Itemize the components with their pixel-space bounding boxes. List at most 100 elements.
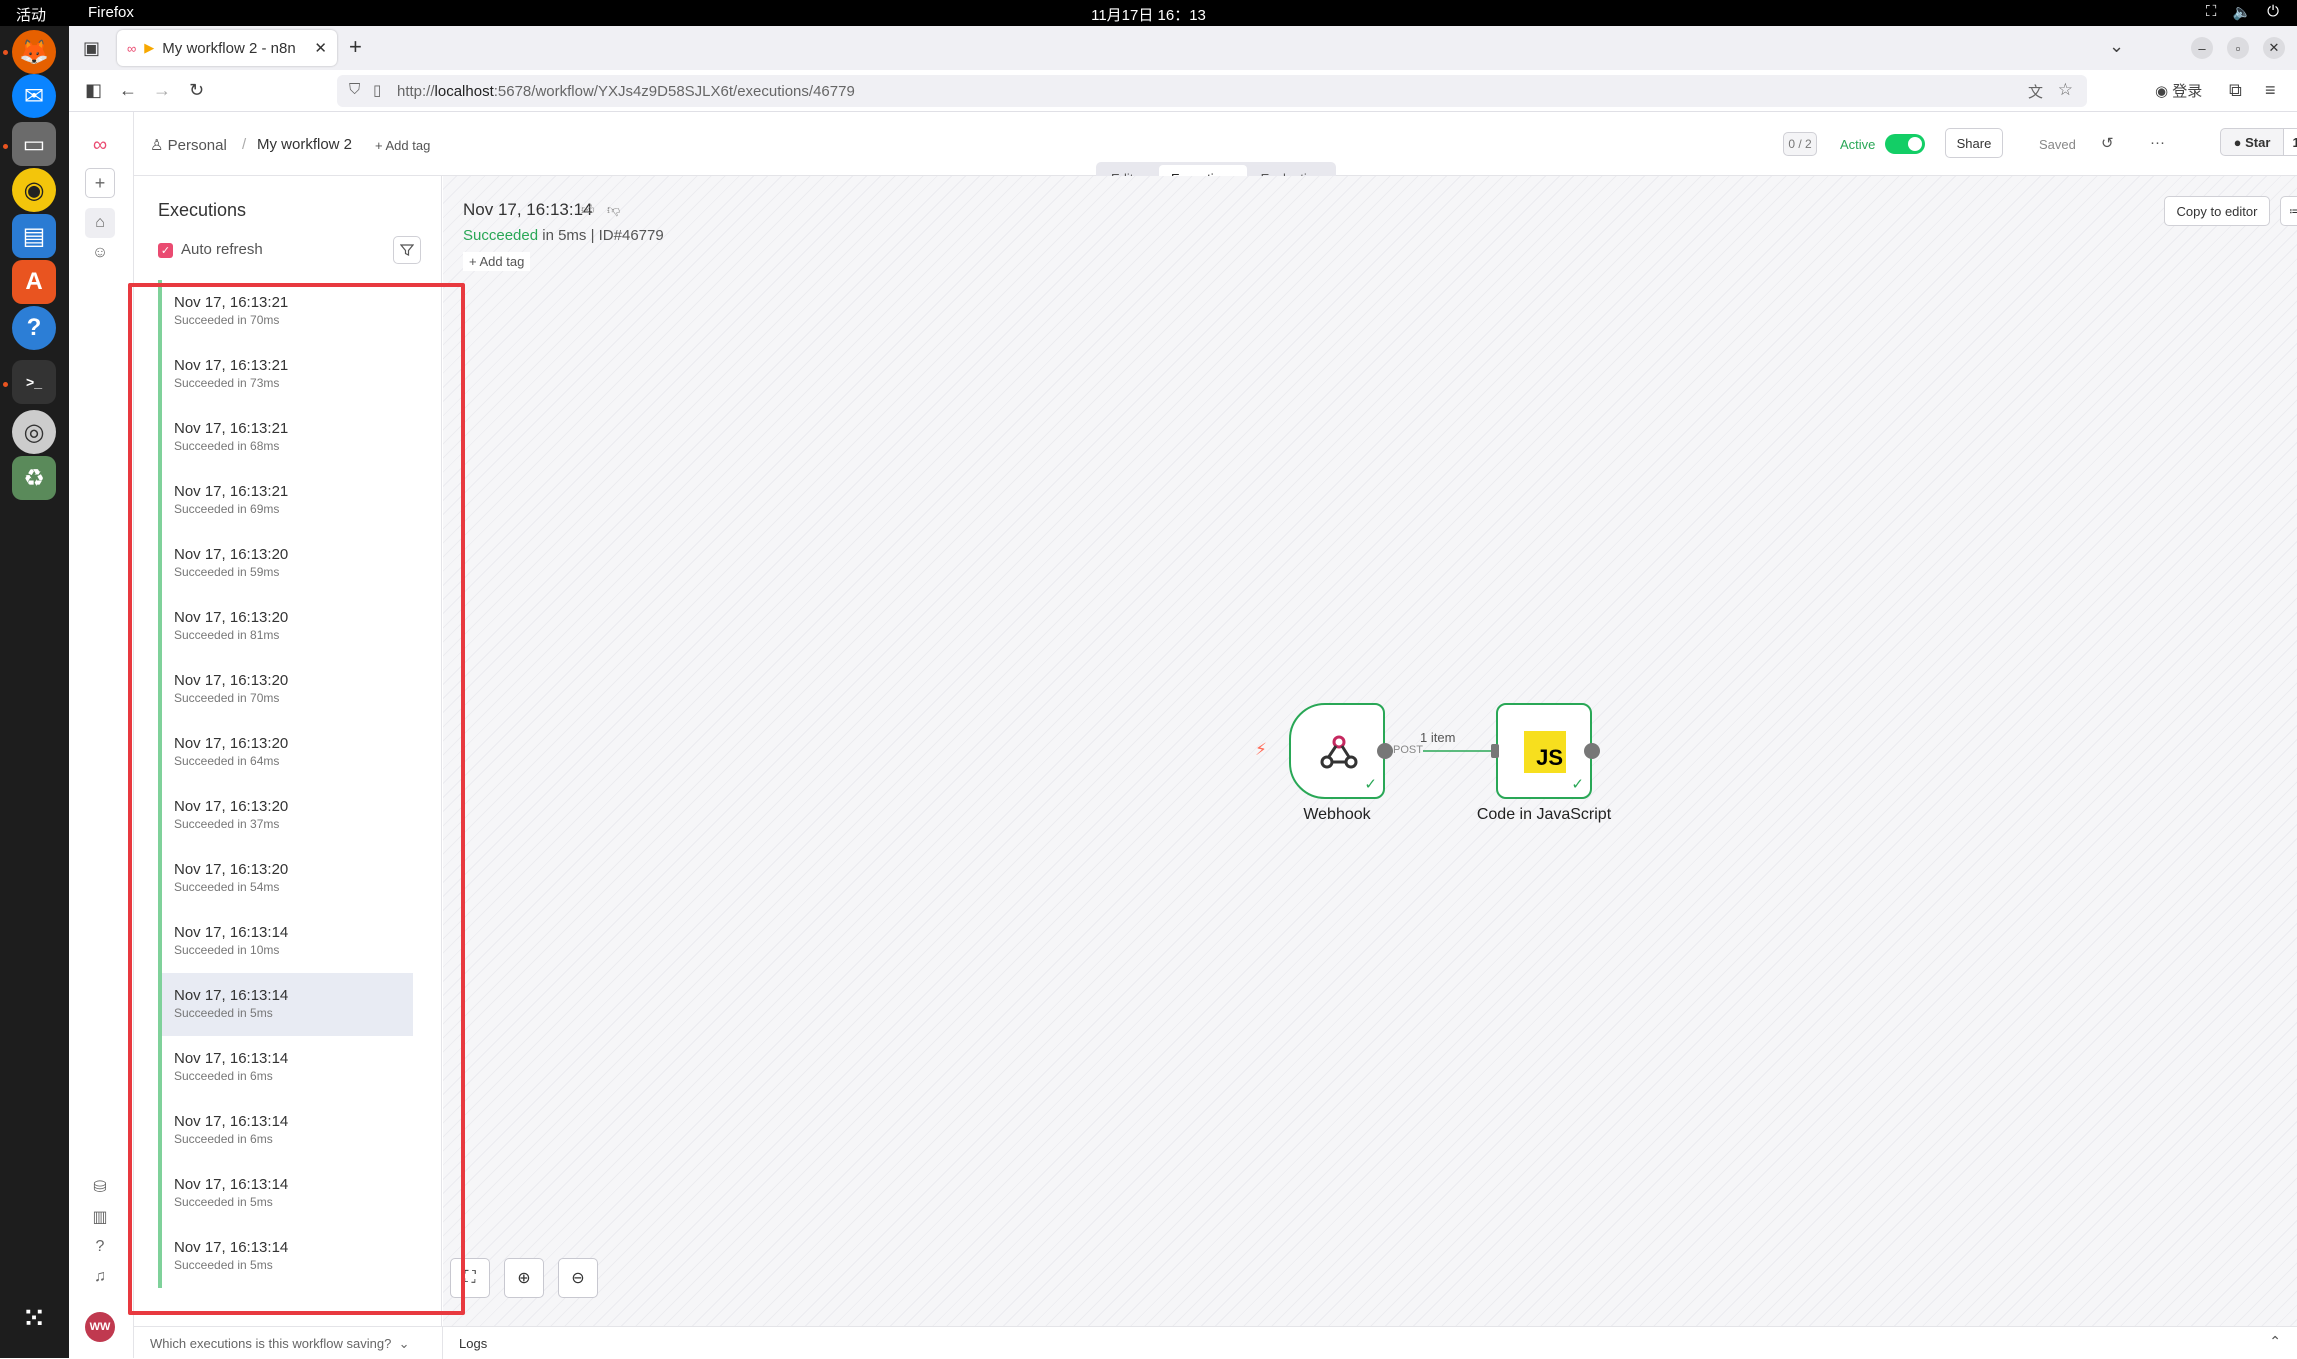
trash-icon[interactable]: ♻: [12, 456, 56, 500]
sidebar-icon[interactable]: ◧: [85, 80, 102, 101]
help-icon[interactable]: ?: [12, 306, 56, 350]
execution-duration: Succeeded in 5ms: [174, 1006, 273, 1020]
execution-duration: Succeeded in 64ms: [174, 754, 280, 768]
workflow-name[interactable]: My workflow 2: [257, 136, 352, 153]
user-avatar[interactable]: WW: [85, 1312, 115, 1342]
execution-list-item[interactable]: Nov 17, 16:13:14 Succeeded in 6ms: [158, 1036, 413, 1099]
execution-list-item[interactable]: Nov 17, 16:13:14 Succeeded in 5ms: [158, 1225, 413, 1288]
execution-date: Nov 17, 16:13:20: [174, 798, 289, 815]
running-indicator: [3, 144, 8, 149]
minimize-icon[interactable]: –: [2191, 37, 2213, 59]
more-options-button[interactable]: ···: [2150, 134, 2165, 151]
close-window-icon[interactable]: ✕: [2263, 37, 2285, 59]
tab-overview-icon[interactable]: ▣: [83, 38, 100, 59]
execution-list-item[interactable]: Nov 17, 16:13:20 Succeeded in 54ms: [158, 847, 413, 910]
webhook-output-port[interactable]: [1377, 743, 1393, 759]
execution-duration: Succeeded in 70ms: [174, 313, 280, 327]
fit-view-button[interactable]: ⛶: [450, 1258, 490, 1298]
notifications-icon[interactable]: ♫: [85, 1262, 115, 1292]
insights-icon[interactable]: ▥: [85, 1202, 115, 1232]
execution-list-item[interactable]: Nov 17, 16:13:21 Succeeded in 68ms: [158, 406, 413, 469]
restore-icon[interactable]: ▫: [2227, 37, 2249, 59]
execution-date: Nov 17, 16:13:20: [174, 735, 289, 752]
execution-list-item[interactable]: Nov 17, 16:13:20 Succeeded in 59ms: [158, 532, 413, 595]
logs-panel-toggle[interactable]: Logs: [459, 1336, 487, 1351]
execution-list-item[interactable]: Nov 17, 16:13:21 Succeeded in 70ms: [158, 280, 413, 343]
thunderbird-icon[interactable]: ✉: [12, 74, 56, 118]
code-output-port[interactable]: [1584, 743, 1600, 759]
execution-list-item[interactable]: Nov 17, 16:13:20 Succeeded in 37ms: [158, 784, 413, 847]
footer-divider: [442, 1327, 443, 1359]
executions-list[interactable]: Nov 17, 16:13:21 Succeeded in 70ms Nov 17,…: [158, 280, 420, 1326]
filter-button[interactable]: [393, 236, 421, 264]
rhythmbox-icon[interactable]: ◉: [12, 168, 56, 212]
auto-refresh-label[interactable]: Auto refresh: [181, 241, 263, 258]
share-button[interactable]: Share: [1945, 128, 2003, 158]
writer-icon[interactable]: ▤: [12, 214, 56, 258]
code-input-port[interactable]: [1491, 744, 1499, 758]
execution-list-item[interactable]: Nov 17, 16:13:20 Succeeded in 70ms: [158, 658, 413, 721]
zoom-out-icon: ⊖: [571, 1270, 585, 1287]
menu-icon[interactable]: ≡: [2265, 80, 2276, 101]
create-icon[interactable]: +: [85, 168, 115, 198]
history-icon[interactable]: ↺: [2101, 134, 2114, 152]
terminal-icon[interactable]: >_: [12, 360, 56, 404]
zoom-in-button[interactable]: ⊕: [504, 1258, 544, 1298]
browser-tab[interactable]: ∞ ▶ My workflow 2 - n8n ✕: [117, 30, 337, 66]
templates-icon[interactable]: ⛁: [85, 1172, 115, 1202]
system-tray[interactable]: ⛶ 🔈 ⏻: [2206, 3, 2279, 21]
execution-duration: Succeeded in 73ms: [174, 376, 280, 390]
auto-refresh-checkbox[interactable]: ✓: [158, 243, 173, 258]
zoom-out-button[interactable]: ⊖: [558, 1258, 598, 1298]
show-apps-icon[interactable]: ⁙: [12, 1296, 56, 1340]
execution-list-item[interactable]: Nov 17, 16:13:20 Succeeded in 81ms: [158, 595, 413, 658]
github-star-button[interactable]: ● Star: [2220, 128, 2284, 156]
tab-list-icon[interactable]: ⌄: [2109, 36, 2124, 57]
system-clock[interactable]: 11月17日 16：13: [0, 4, 2297, 25]
workflow-canvas[interactable]: Nov 17, 16:13:14 👍︎ 👎︎ Succeeded in 5ms …: [443, 176, 2297, 1326]
chevron-up-icon[interactable]: ⌃: [2269, 1333, 2281, 1350]
execution-list-item[interactable]: Nov 17, 16:13:14 Succeeded in 5ms: [158, 1162, 413, 1225]
reload-icon[interactable]: ↻: [189, 80, 204, 101]
activities-button[interactable]: 活动: [16, 4, 46, 25]
n8n-logo-icon[interactable]: ∞: [85, 130, 115, 160]
app-center-icon[interactable]: A: [12, 260, 56, 304]
forward-icon[interactable]: →: [153, 80, 171, 101]
files-icon[interactable]: ▭: [12, 122, 56, 166]
saving-settings-dropdown[interactable]: Which executions is this workflow saving…: [150, 1336, 409, 1352]
github-icon: ●: [2233, 134, 2242, 150]
active-app-name[interactable]: Firefox: [88, 4, 134, 21]
personal-icon[interactable]: ☺: [85, 238, 115, 268]
running-indicator: [3, 382, 8, 387]
extensions-icon[interactable]: ⧉: [2229, 80, 2242, 101]
close-tab-icon[interactable]: ✕: [314, 39, 327, 57]
executions-counter: 0 / 2: [1783, 132, 1817, 156]
home-icon[interactable]: ⌂: [85, 208, 115, 238]
back-icon[interactable]: ←: [119, 80, 137, 101]
execution-list-item[interactable]: Nov 17, 16:13:14 Succeeded in 5ms: [158, 973, 413, 1036]
new-tab-icon[interactable]: +: [349, 34, 362, 60]
disc-icon[interactable]: ◎: [12, 410, 56, 454]
account-button[interactable]: ◉ 登录: [2155, 80, 2202, 101]
url-path: :5678/workflow/YXJs4z9D58SJLX6t/executio…: [493, 82, 855, 100]
execution-date: Nov 17, 16:13:20: [174, 672, 289, 689]
url-bar[interactable]: ⛉ ▯ http://localhost:5678/workflow/YXJs4…: [337, 75, 2087, 107]
n8n-favicon-icon: ∞: [127, 40, 137, 56]
breadcrumb-project[interactable]: ♙ Personal: [150, 136, 227, 154]
code-node[interactable]: JS ✓: [1496, 703, 1592, 799]
firefox-icon[interactable]: 🦊: [12, 30, 56, 74]
execution-list-item[interactable]: Nov 17, 16:13:14 Succeeded in 10ms: [158, 910, 413, 973]
webhook-node[interactable]: ✓: [1289, 703, 1385, 799]
help-circle-icon[interactable]: ?: [85, 1232, 115, 1262]
active-toggle[interactable]: [1885, 134, 1925, 154]
execution-list-item[interactable]: Nov 17, 16:13:21 Succeeded in 73ms: [158, 343, 413, 406]
execution-list-item[interactable]: Nov 17, 16:13:21 Succeeded in 69ms: [158, 469, 413, 532]
filter-icon: [400, 244, 414, 256]
execution-list-item[interactable]: Nov 17, 16:13:20 Succeeded in 64ms: [158, 721, 413, 784]
bookmark-star-icon[interactable]: ☆: [2058, 80, 2073, 100]
fit-view-icon: ⛶: [464, 1269, 476, 1286]
translate-icon[interactable]: 文: [2028, 81, 2043, 102]
add-tag-link[interactable]: + Add tag: [375, 138, 430, 153]
execution-list-item[interactable]: Nov 17, 16:13:14 Succeeded in 6ms: [158, 1099, 413, 1162]
shield-icon: ⛉: [349, 81, 361, 98]
